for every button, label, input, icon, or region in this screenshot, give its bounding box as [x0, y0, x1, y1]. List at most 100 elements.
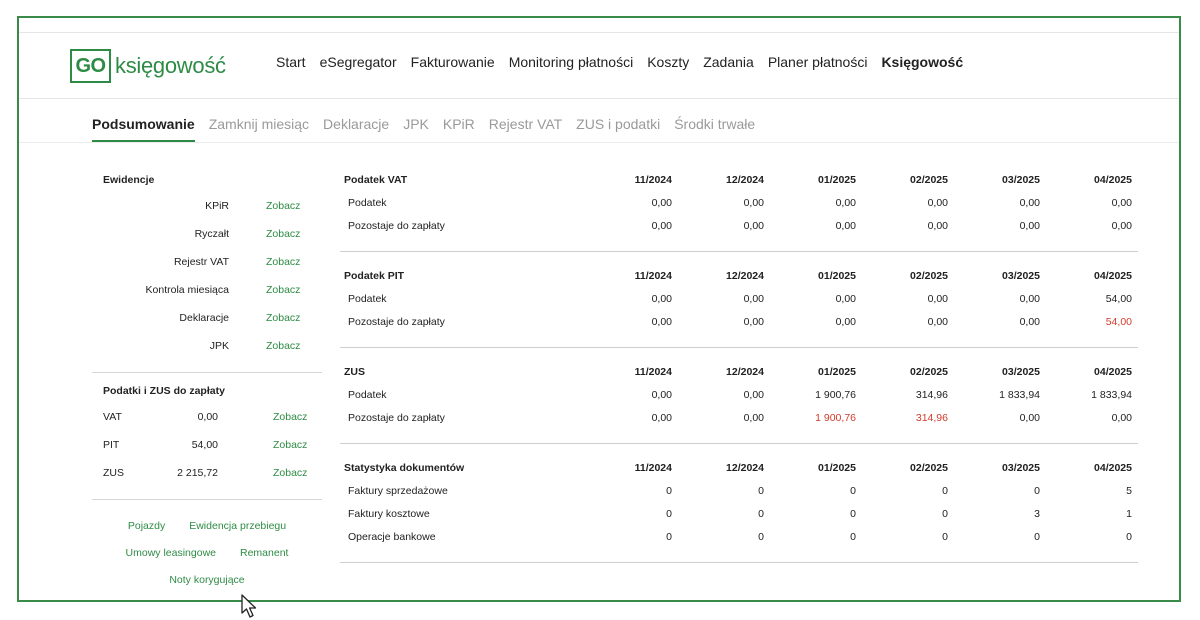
nav-item-fakturowanie[interactable]: Fakturowanie: [411, 54, 495, 70]
cell-value: 0: [850, 530, 856, 543]
cell-value: 0: [666, 507, 672, 520]
period-header: 04/2025: [1094, 365, 1132, 378]
zobacz-link[interactable]: Zobacz: [266, 340, 300, 352]
nav-item-monitoring-platnosci[interactable]: Monitoring płatności: [509, 54, 634, 70]
cell-value: 5: [1126, 484, 1132, 497]
zobacz-link[interactable]: Zobacz: [266, 200, 300, 212]
nav-item-esegregator[interactable]: eSegregator: [320, 54, 397, 70]
period-header: 03/2025: [1002, 173, 1040, 186]
period-header: 03/2025: [1002, 269, 1040, 282]
tax-row: VAT 0,00 Zobacz: [92, 403, 322, 431]
cell-value: 3: [1034, 507, 1040, 520]
divider: [92, 499, 322, 500]
cell-value: 0,00: [1111, 196, 1132, 209]
table-row: Pozostaje do zapłaty 0,00 0,00 0,00 0,00 0,00…: [340, 310, 1138, 333]
cell-value: 0,00: [1111, 219, 1132, 232]
link-noty-korygujace[interactable]: Noty korygujące: [169, 574, 244, 586]
ewidencja-label: Rejestr VAT: [173, 256, 229, 268]
period-header: 04/2025: [1094, 173, 1132, 186]
table-row: Operacje bankowe 0 0 0 0 0 0: [340, 525, 1138, 548]
zobacz-link[interactable]: Zobacz: [266, 228, 300, 240]
row-label: Podatek: [348, 388, 387, 401]
nav-item-ksiegowosc[interactable]: Księgowość: [881, 54, 963, 70]
link-ewidencja-przebiegu[interactable]: Ewidencja przebiegu: [189, 520, 286, 532]
cell-value: 0: [1034, 530, 1040, 543]
ewidencja-row: KPiR Zobacz: [92, 192, 322, 220]
link-umowy-leasingowe[interactable]: Umowy leasingowe: [126, 547, 216, 559]
period-header: 01/2025: [818, 461, 856, 474]
cell-value: 0,00: [651, 411, 672, 424]
subnav-divider: [19, 142, 1179, 143]
cell-value: 54,00: [1105, 315, 1132, 328]
tax-value: 54,00: [191, 439, 218, 451]
table-row: Podatek 0,00 0,00 0,00 0,00 0,00 54,00: [340, 287, 1138, 310]
zobacz-link[interactable]: Zobacz: [266, 284, 300, 296]
zobacz-link[interactable]: Zobacz: [266, 312, 300, 324]
tab-zamknij-miesiac[interactable]: Zamknij miesiąc: [209, 116, 309, 142]
cell-value: 0: [758, 484, 764, 497]
period-header: 12/2024: [726, 173, 764, 186]
tab-jpk[interactable]: JPK: [403, 116, 429, 142]
ewidencja-row: Ryczałt Zobacz: [92, 220, 322, 248]
cell-value: 0,00: [927, 219, 948, 232]
row-label: Pozostaje do zapłaty: [348, 219, 445, 232]
cell-value: 0,00: [1019, 219, 1040, 232]
cell-value: 1 900,76: [815, 411, 856, 424]
period-header: 04/2025: [1094, 269, 1132, 282]
zobacz-link[interactable]: Zobacz: [273, 467, 307, 479]
ewidencja-label: Ryczałt: [194, 228, 229, 240]
zobacz-link[interactable]: Zobacz: [273, 439, 307, 451]
tab-srodki-trwale[interactable]: Środki trwałe: [674, 116, 755, 142]
tax-name: VAT: [103, 411, 122, 423]
tab-kpir[interactable]: KPiR: [443, 116, 475, 142]
tab-deklaracje[interactable]: Deklaracje: [323, 116, 389, 142]
cell-value: 0: [1126, 530, 1132, 543]
nav-item-zadania[interactable]: Zadania: [703, 54, 754, 70]
period-header: 01/2025: [818, 173, 856, 186]
zobacz-link[interactable]: Zobacz: [273, 411, 307, 423]
ewidencja-row: Deklaracje Zobacz: [92, 304, 322, 332]
cell-value: 0: [1034, 484, 1040, 497]
cell-value: 0,00: [743, 388, 764, 401]
tab-rejestr-vat[interactable]: Rejestr VAT: [489, 116, 562, 142]
link-pojazdy[interactable]: Pojazdy: [128, 520, 165, 532]
tax-row: PIT 54,00 Zobacz: [92, 431, 322, 459]
ewidencje-title: Ewidencje: [103, 174, 155, 186]
period-header: 01/2025: [818, 365, 856, 378]
main-nav: Start eSegregator Fakturowanie Monitoring p…: [276, 54, 963, 70]
links-row: Umowy leasingowe Remanent: [92, 539, 322, 566]
cell-value: 314,96: [915, 411, 948, 424]
period-header: 02/2025: [910, 461, 948, 474]
tab-podsumowanie[interactable]: Podsumowanie: [92, 116, 195, 142]
cell-value: 0,00: [651, 196, 672, 209]
period-header: 03/2025: [1002, 461, 1040, 474]
row-label: Podatek: [348, 292, 387, 305]
logo[interactable]: GO księgowość: [70, 49, 226, 83]
cell-value: 1 900,76: [815, 388, 856, 401]
period-header: 11/2024: [634, 173, 672, 186]
period-header: 12/2024: [726, 365, 764, 378]
table-header-row: ZUS 11/2024 12/2024 01/2025 02/2025 03/2025 04…: [340, 360, 1138, 383]
table-header-row: Statystyka dokumentów 11/2024 12/2024 01/20…: [340, 456, 1138, 479]
nav-item-planer-platnosci[interactable]: Planer płatności: [768, 54, 868, 70]
tax-name: ZUS: [103, 467, 124, 479]
link-remanent[interactable]: Remanent: [240, 547, 288, 559]
tab-zus-i-podatki[interactable]: ZUS i podatki: [576, 116, 660, 142]
cell-value: 0: [758, 507, 764, 520]
table-header-row: Podatek VAT 11/2024 12/2024 01/2025 02/2025 0…: [340, 168, 1138, 191]
zobacz-link[interactable]: Zobacz: [266, 256, 300, 268]
summary-tables: Podatek VAT 11/2024 12/2024 01/2025 02/2025 0…: [340, 168, 1138, 575]
table-podatek-vat: Podatek VAT 11/2024 12/2024 01/2025 02/2025 0…: [340, 168, 1138, 252]
table-header-row: Podatek PIT 11/2024 12/2024 01/2025 02/2025 0…: [340, 264, 1138, 287]
cell-value: 314,96: [915, 388, 948, 401]
podatki-list: VAT 0,00 Zobacz PIT 54,00 Zobacz ZUS 2 215,72 Zo…: [92, 403, 322, 487]
cell-value: 0: [942, 484, 948, 497]
table-title: Podatek PIT: [344, 269, 405, 282]
cell-value: 0,00: [743, 315, 764, 328]
table-title: Statystyka dokumentów: [344, 461, 465, 474]
nav-item-start[interactable]: Start: [276, 54, 306, 70]
tax-value: 0,00: [197, 411, 218, 423]
nav-item-koszty[interactable]: Koszty: [647, 54, 689, 70]
mouse-cursor-icon: [241, 594, 257, 618]
sub-nav: Podsumowanie Zamknij miesiąc Deklaracje JPK…: [92, 116, 755, 142]
